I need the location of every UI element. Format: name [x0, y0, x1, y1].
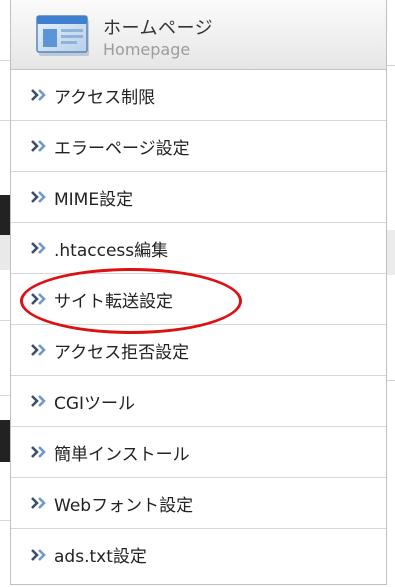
menu-item-label: アクセス拒否設定 [54, 342, 190, 363]
background-divider [387, 380, 395, 381]
background-divider [0, 120, 10, 121]
menu-item-label: .htaccess編集 [54, 240, 169, 261]
double-chevron-right-icon [31, 293, 46, 305]
background-dark-bar [0, 420, 10, 462]
panel-title: ホームページ [103, 18, 214, 39]
double-chevron-right-icon [31, 446, 46, 458]
menu-item-label: サイト転送設定 [54, 291, 173, 312]
menu-item-label: Webフォント設定 [54, 495, 194, 516]
panel-subtitle: Homepage [103, 40, 191, 59]
background-gray-bar [387, 230, 395, 275]
background-divider [0, 395, 10, 396]
menu-item-mime-settings[interactable]: MIME設定 [11, 172, 386, 223]
homepage-menu-list: アクセス制限 エラーページ設定 MIME設定 .htaccess編集 サイト転送… [11, 70, 386, 580]
menu-item-label: アクセス制限 [54, 87, 156, 108]
double-chevron-right-icon [31, 395, 46, 407]
background-gray-bar [0, 235, 10, 270]
menu-item-label: エラーページ設定 [54, 138, 190, 159]
menu-item-access-restriction[interactable]: アクセス制限 [11, 70, 386, 121]
menu-item-cgi-tools[interactable]: CGIツール [11, 376, 386, 427]
double-chevron-right-icon [31, 89, 46, 101]
menu-item-web-font-settings[interactable]: Webフォント設定 [11, 478, 386, 529]
menu-item-label: CGIツール [54, 393, 136, 414]
background-dark-bar [0, 195, 10, 235]
panel-header: ホームページ Homepage [11, 0, 386, 70]
browser-window-icon [36, 15, 89, 56]
menu-item-access-deny-settings[interactable]: アクセス拒否設定 [11, 325, 386, 376]
homepage-menu-panel: ホームページ Homepage アクセス制限 エラーページ設定 MIME設定 .… [10, 0, 387, 585]
menu-item-error-page-settings[interactable]: エラーページ設定 [11, 121, 386, 172]
menu-item-site-redirect-settings[interactable]: サイト転送設定 [11, 274, 386, 325]
background-divider [0, 320, 10, 321]
double-chevron-right-icon [31, 548, 46, 561]
double-chevron-right-icon [31, 242, 46, 254]
double-chevron-right-icon [31, 140, 46, 152]
double-chevron-right-icon [31, 191, 46, 203]
menu-item-label: MIME設定 [54, 189, 134, 210]
background-divider [387, 65, 395, 66]
menu-item-easy-install[interactable]: 簡単インストール [11, 427, 386, 478]
screenshot-stage: ホームページ Homepage アクセス制限 エラーページ設定 MIME設定 .… [0, 0, 395, 587]
menu-item-ads-txt-settings[interactable]: ads.txt設定 [11, 529, 386, 580]
double-chevron-right-icon [31, 497, 46, 509]
menu-item-label: 簡単インストール [54, 444, 190, 465]
background-divider [0, 60, 10, 61]
menu-item-htaccess-edit[interactable]: .htaccess編集 [11, 223, 386, 274]
double-chevron-right-icon [31, 344, 46, 356]
background-divider [0, 520, 10, 521]
menu-item-label: ads.txt設定 [54, 547, 147, 567]
